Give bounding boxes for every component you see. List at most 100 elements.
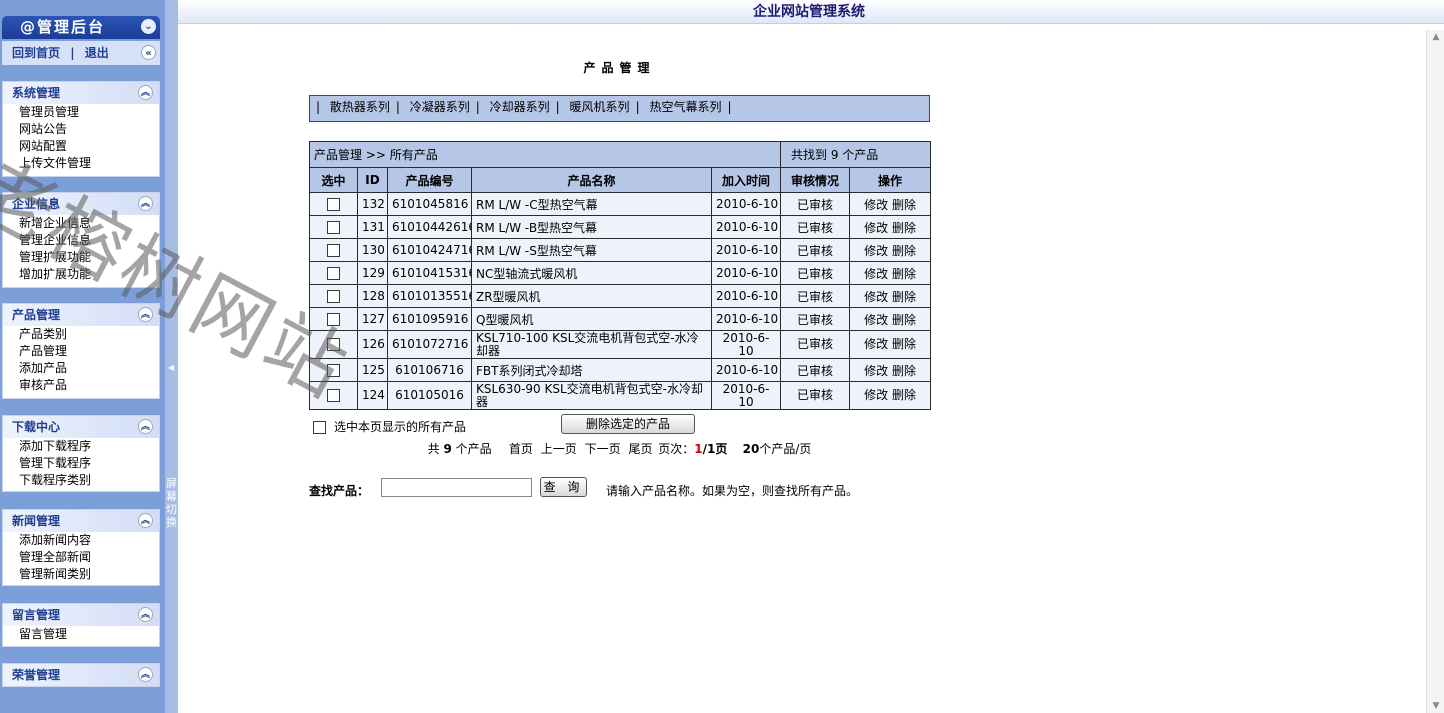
row-actions: 修改 删除 bbox=[849, 284, 932, 308]
chevron-down-icon[interactable]: ⌄ bbox=[141, 19, 156, 34]
sidebar-item-notice[interactable]: 网站公告 bbox=[3, 121, 159, 138]
edit-link[interactable]: 修改 bbox=[864, 244, 888, 258]
sidebar-item-download-category[interactable]: 下载程序类别 bbox=[3, 472, 159, 489]
row-checkbox[interactable] bbox=[327, 198, 340, 211]
pager-last[interactable]: 尾页 bbox=[628, 442, 652, 456]
category-condenser[interactable]: 冷凝器系列 bbox=[404, 100, 476, 114]
table-body: 132 6101045816 RM L/W -C型热空气幕 2010-6-10 已审核修… bbox=[309, 192, 932, 410]
row-select-cell bbox=[309, 284, 358, 308]
chevron-up-icon[interactable]: ︽ bbox=[138, 307, 153, 322]
row-checkbox[interactable] bbox=[327, 290, 340, 303]
row-select-cell bbox=[309, 330, 358, 359]
edit-link[interactable]: 修改 bbox=[864, 364, 888, 378]
panel-header-products[interactable]: 产品管理 ︽ bbox=[3, 304, 159, 326]
row-actions: 修改 删除 bbox=[849, 192, 932, 216]
sidebar-item-add-news[interactable]: 添加新闻内容 bbox=[3, 532, 159, 549]
sidebar-item-add-ext[interactable]: 增加扩展功能 bbox=[3, 266, 159, 283]
panel-header-system[interactable]: 系统管理 ︽ bbox=[3, 82, 159, 104]
scroll-down-icon[interactable]: ▼ bbox=[1427, 701, 1444, 711]
screen-switch-label[interactable]: 屏幕切换 bbox=[165, 477, 178, 529]
edit-link[interactable]: 修改 bbox=[864, 313, 888, 327]
edit-link[interactable]: 修改 bbox=[864, 198, 888, 212]
scroll-up-icon[interactable]: ▲ bbox=[1427, 32, 1444, 42]
sidebar-item-news-category[interactable]: 管理新闻类别 bbox=[3, 566, 159, 583]
sidebar-item-product-review[interactable]: 审核产品 bbox=[3, 377, 159, 394]
collapse-left-icon[interactable]: « bbox=[141, 45, 156, 60]
sidebar-item-product-category[interactable]: 产品类别 bbox=[3, 326, 159, 343]
delete-link[interactable]: 删除 bbox=[892, 267, 916, 281]
row-checkbox[interactable] bbox=[327, 244, 340, 257]
search-input[interactable] bbox=[381, 478, 532, 497]
delete-link[interactable]: 删除 bbox=[892, 221, 916, 235]
category-heater[interactable]: 暖风机系列 bbox=[564, 100, 636, 114]
edit-link[interactable]: 修改 bbox=[864, 290, 888, 304]
table-row: 126 6101072716 KSL710-100 KSL交流电机背包式空-水冷却器… bbox=[309, 330, 932, 359]
chevron-up-icon[interactable]: ︽ bbox=[138, 85, 153, 100]
sidebar-item-manage-company[interactable]: 管理企业信息 bbox=[3, 232, 159, 249]
panel-header-messages[interactable]: 留言管理 ︽ bbox=[3, 604, 159, 626]
chevron-up-icon[interactable]: ︽ bbox=[138, 419, 153, 434]
sidebar-item-manage-ext[interactable]: 管理扩展功能 bbox=[3, 249, 159, 266]
chevron-up-icon[interactable]: ︽ bbox=[138, 607, 153, 622]
sidebar-item-manage-news[interactable]: 管理全部新闻 bbox=[3, 549, 159, 566]
sidebar-item-admin[interactable]: 管理员管理 bbox=[3, 104, 159, 121]
chevron-up-icon[interactable]: ︽ bbox=[138, 513, 153, 528]
table-row: 130 61010424716 RM L/W -S型热空气幕 2010-6-10 已审核… bbox=[309, 238, 932, 262]
row-date: 2010-6-10 bbox=[710, 192, 782, 216]
sidebar-item-add-company[interactable]: 新增企业信息 bbox=[3, 215, 159, 232]
delete-link[interactable]: 删除 bbox=[892, 313, 916, 327]
row-id: 131 bbox=[357, 215, 388, 239]
row-checkbox[interactable] bbox=[327, 267, 340, 280]
vertical-scrollbar[interactable]: ▲ ▼ bbox=[1426, 30, 1444, 713]
home-link[interactable]: 回到首页 bbox=[12, 46, 60, 60]
row-date: 2010-6-10 bbox=[710, 381, 782, 410]
delete-link[interactable]: 删除 bbox=[892, 364, 916, 378]
edit-link[interactable]: 修改 bbox=[864, 267, 888, 281]
panel-header-honors[interactable]: 荣誉管理 ︽ bbox=[3, 664, 159, 686]
panel-title: 荣誉管理 bbox=[12, 668, 61, 682]
select-all-checkbox[interactable] bbox=[313, 421, 326, 434]
row-checkbox[interactable] bbox=[327, 221, 340, 234]
row-actions: 修改 删除 bbox=[849, 215, 932, 239]
collapse-arrow-icon[interactable]: ◀ bbox=[168, 363, 174, 372]
category-radiator[interactable]: 散热器系列 bbox=[324, 100, 396, 114]
delete-link[interactable]: 删除 bbox=[892, 388, 916, 402]
category-air-curtain[interactable]: 热空气幕系列 bbox=[643, 100, 727, 114]
category-cooler[interactable]: 冷却器系列 bbox=[484, 100, 556, 114]
sidebar-item-config[interactable]: 网站配置 bbox=[3, 138, 159, 155]
row-checkbox[interactable] bbox=[327, 313, 340, 326]
panel-title: 留言管理 bbox=[12, 608, 61, 622]
row-code: 610106716 bbox=[387, 358, 472, 382]
pager-next[interactable]: 下一页 bbox=[585, 442, 621, 456]
delete-link[interactable]: 删除 bbox=[892, 290, 916, 304]
row-checkbox[interactable] bbox=[327, 338, 340, 351]
sidebar-item-messages[interactable]: 留言管理 bbox=[3, 626, 159, 643]
edit-link[interactable]: 修改 bbox=[864, 388, 888, 402]
delete-link[interactable]: 删除 bbox=[892, 198, 916, 212]
pager-prev[interactable]: 上一页 bbox=[541, 442, 577, 456]
row-checkbox[interactable] bbox=[327, 364, 340, 377]
row-actions: 修改 删除 bbox=[849, 381, 932, 410]
logout-link[interactable]: 退出 bbox=[85, 46, 109, 60]
panel-header-downloads[interactable]: 下载中心 ︽ bbox=[3, 416, 159, 438]
sidebar-item-add-download[interactable]: 添加下载程序 bbox=[3, 438, 159, 455]
sidebar-item-product-manage[interactable]: 产品管理 bbox=[3, 343, 159, 360]
delete-link[interactable]: 删除 bbox=[892, 337, 916, 351]
row-checkbox[interactable] bbox=[327, 389, 340, 402]
delete-link[interactable]: 删除 bbox=[892, 244, 916, 258]
pager-first[interactable]: 首页 bbox=[509, 442, 533, 456]
delete-selected-button[interactable]: 删除选定的产品 bbox=[561, 414, 695, 434]
edit-link[interactable]: 修改 bbox=[864, 337, 888, 351]
row-date: 2010-6-10 bbox=[710, 307, 782, 331]
sidebar-item-manage-download[interactable]: 管理下载程序 bbox=[3, 455, 159, 472]
panel-header-news[interactable]: 新闻管理 ︽ bbox=[3, 510, 159, 532]
search-button[interactable]: 查 询 bbox=[540, 477, 587, 497]
edit-link[interactable]: 修改 bbox=[864, 221, 888, 235]
sidebar-splitter[interactable]: ◀ 屏幕切换 bbox=[165, 0, 178, 713]
sidebar-item-product-add[interactable]: 添加产品 bbox=[3, 360, 159, 377]
chevron-up-icon[interactable]: ︽ bbox=[138, 196, 153, 211]
chevron-up-icon[interactable]: ︽ bbox=[138, 667, 153, 682]
sidebar-item-upload[interactable]: 上传文件管理 bbox=[3, 155, 159, 172]
row-status: 已审核 bbox=[780, 192, 851, 216]
panel-header-company[interactable]: 企业信息 ︽ bbox=[3, 193, 159, 215]
